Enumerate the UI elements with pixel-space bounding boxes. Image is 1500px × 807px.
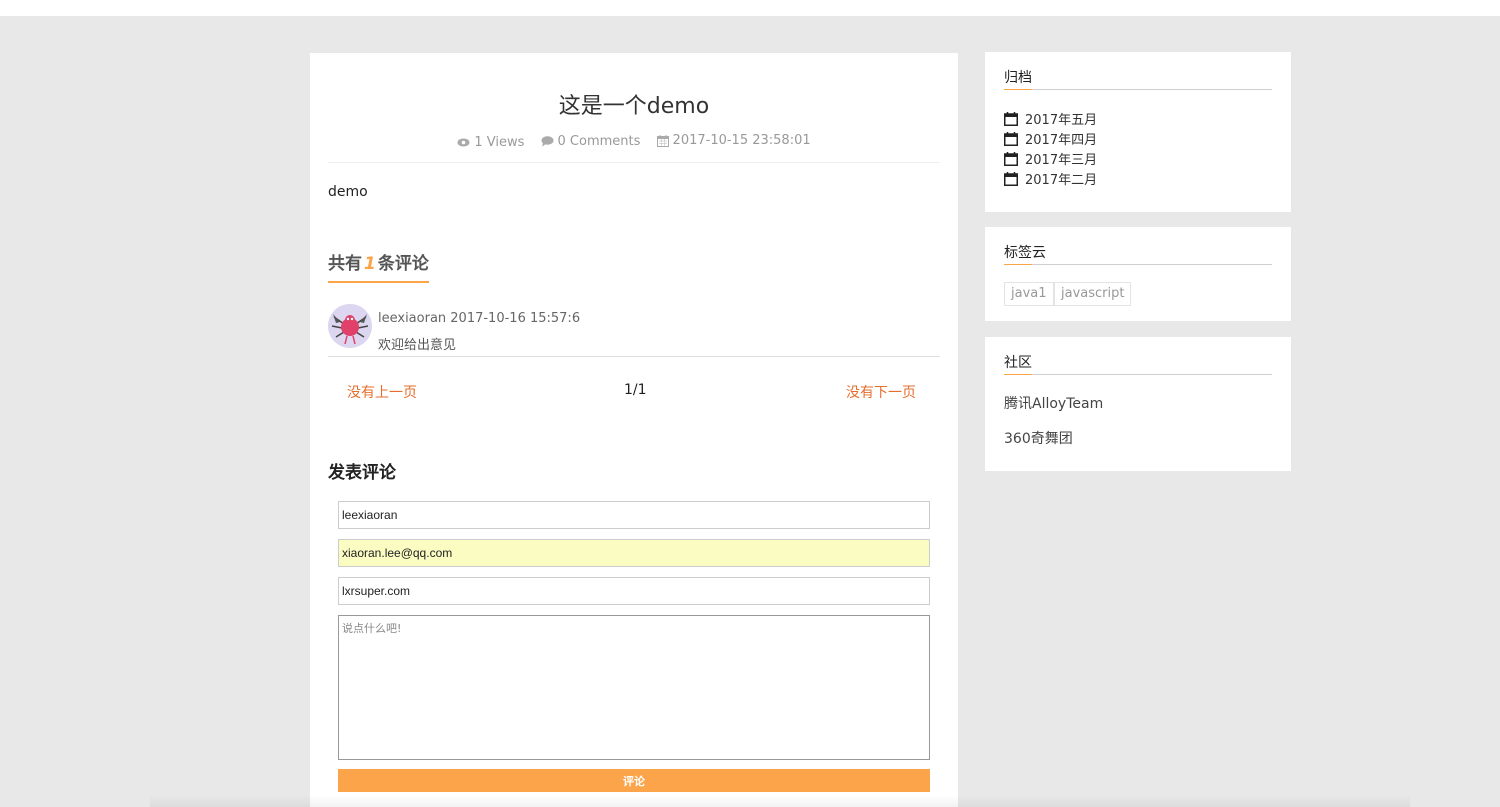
archive-title: 归档 (1004, 70, 1032, 86)
comments-meta: 0 Comments (541, 133, 641, 149)
tag-cloud-rule (1004, 264, 1272, 265)
community-title: 社区 (1004, 355, 1032, 371)
comment-divider (328, 356, 940, 357)
comment-icon (541, 135, 554, 146)
bottom-shadow (150, 795, 1410, 807)
calendar-icon (1004, 131, 1018, 146)
calendar-icon (1004, 111, 1018, 126)
post-body: demo (328, 184, 368, 200)
comment-textarea[interactable] (338, 615, 930, 760)
title-divider (328, 162, 940, 163)
archive-item[interactable]: 2017年二月 (1004, 169, 1097, 188)
archive-rule (1004, 89, 1272, 90)
prev-page-link[interactable]: 没有上一页 (347, 382, 417, 402)
archive-item-label: 2017年三月 (1025, 153, 1098, 168)
next-page-link[interactable]: 没有下一页 (846, 382, 916, 402)
community-link-alloyteam[interactable]: 腾讯AlloyTeam (1004, 393, 1103, 413)
comments-heading-suffix: 条评论 (377, 254, 429, 274)
comments-heading-prefix: 共有 (328, 254, 362, 274)
comments-heading-count: 1 (364, 254, 376, 274)
archive-item-label: 2017年二月 (1025, 173, 1098, 188)
archive-item[interactable]: 2017年三月 (1004, 149, 1097, 168)
archive-item[interactable]: 2017年四月 (1004, 129, 1097, 148)
top-bar (0, 0, 1500, 16)
website-field[interactable] (338, 577, 930, 605)
post-title: 这是一个demo (558, 94, 710, 119)
archive-item-label: 2017年五月 (1025, 113, 1098, 128)
views-count: 1 Views (474, 134, 525, 150)
calendar-icon (656, 134, 669, 147)
post-date: 2017-10-15 23:58:01 (672, 133, 811, 148)
comment-meta: leexiaoran 2017-10-16 15:57:6 (378, 311, 581, 326)
page-indicator: 1/1 (624, 382, 647, 398)
eye-icon (457, 138, 470, 146)
post-meta: 1 Views 0 Comments 2017-10-15 23:58:01 (310, 133, 958, 151)
calendar-icon (1004, 151, 1018, 166)
community-link-75team[interactable]: 360奇舞团 (1004, 428, 1073, 448)
tag-cloud-title: 标签云 (1004, 245, 1046, 261)
archive-item-label: 2017年四月 (1025, 133, 1098, 148)
avatar (328, 304, 372, 348)
community-widget: 社区 腾讯AlloyTeam 360奇舞团 (985, 337, 1291, 471)
comments-heading: 共有 1 条评论 (328, 249, 429, 283)
email-field[interactable] (338, 539, 930, 567)
views-meta: 1 Views (457, 135, 524, 150)
archive-item[interactable]: 2017年五月 (1004, 109, 1097, 128)
tag-java1[interactable]: java1 (1004, 282, 1054, 306)
name-field[interactable] (338, 501, 930, 529)
archive-widget: 归档 2017年五月 2017年四月 2017年三月 2017年二月 (985, 52, 1291, 212)
submit-comment-button[interactable]: 评论 (338, 769, 930, 792)
date-meta: 2017-10-15 23:58:01 (656, 133, 811, 148)
tag-cloud-widget: 标签云 java1 javascript (985, 227, 1291, 321)
calendar-icon (1004, 171, 1018, 186)
community-rule (1004, 374, 1272, 375)
comment-text: 欢迎给出意见 (378, 338, 457, 353)
tag-javascript[interactable]: javascript (1054, 282, 1132, 306)
comments-count: 0 Comments (557, 133, 641, 149)
comment-form-heading: 发表评论 (328, 463, 396, 483)
